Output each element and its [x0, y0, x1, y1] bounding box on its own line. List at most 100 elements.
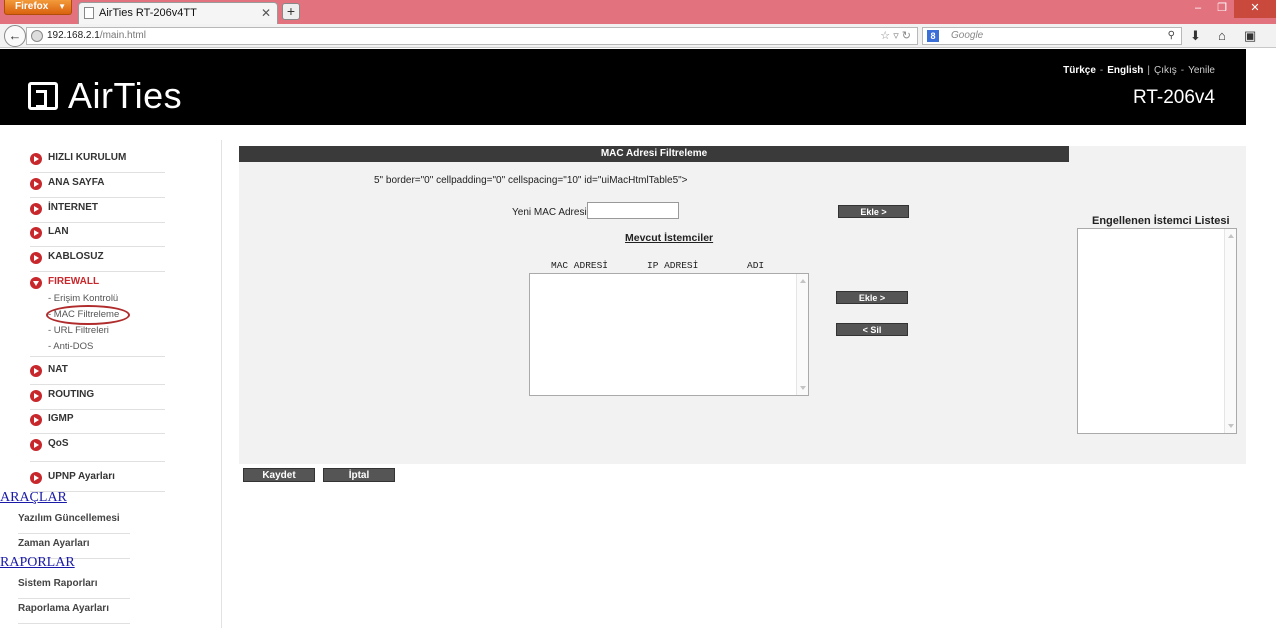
browser-nav-bar: ← 192.168.2.1/main.html ☆ ▿ ↻ 8 Google ⚲… — [0, 24, 1276, 48]
close-icon[interactable]: ✕ — [261, 3, 271, 23]
airties-logo-icon — [28, 82, 58, 110]
lang-english-link[interactable]: English — [1107, 65, 1143, 76]
firefox-menu-button[interactable]: Firefox ▼ — [4, 0, 72, 15]
sidebar-subitem-erisim-kontrolu[interactable]: - Erişim Kontrolü — [48, 293, 118, 304]
sidebar-item-sistem-raporlari[interactable]: Sistem Raporları — [18, 575, 130, 599]
sidebar-item-yazilim-guncellemesi[interactable]: Yazılım Güncellemesi — [18, 510, 130, 534]
tab-title: AirTies RT-206v4TT — [99, 7, 197, 19]
browser-tab[interactable]: AirTies RT-206v4TT ✕ — [78, 2, 278, 24]
page-title: MAC Adresi Filtreleme — [239, 146, 1069, 162]
back-arrow-icon[interactable]: ← — [4, 25, 26, 47]
highlight-circle — [46, 305, 130, 325]
current-clients-list[interactable] — [529, 273, 809, 396]
home-icon[interactable]: ⌂ — [1218, 28, 1226, 43]
sidebar-item-label: IGMP — [48, 413, 74, 424]
dropdown-arrow-icon[interactable]: ▿ — [893, 30, 899, 42]
sidebar-subitem-anti-dos[interactable]: - Anti-DOS — [48, 341, 93, 352]
language-bar: Türkçe - English | Çıkış - Yenile — [1063, 65, 1215, 76]
search-icon[interactable]: ⚲ — [1168, 28, 1175, 44]
save-button[interactable]: Kaydet — [243, 468, 315, 482]
blocked-clients-list[interactable] — [1077, 228, 1237, 434]
sidebar-item-label: NAT — [48, 364, 68, 375]
menu-icon[interactable]: ▣ — [1244, 28, 1256, 44]
add-mac-button[interactable]: Ekle > — [838, 205, 909, 218]
sidebar-item-label: UPNP Ayarları — [48, 471, 115, 482]
stray-markup-text: 5" border="0" cellpadding="0" cellspacin… — [374, 175, 688, 186]
reload-icon[interactable]: ↻ — [902, 30, 911, 42]
add-client-button[interactable]: Ekle > — [836, 291, 908, 304]
firefox-menu-label: Firefox — [15, 1, 49, 12]
browser-tab-bar: Firefox ▼ AirTies RT-206v4TT ✕ + – ❐ ✕ — [0, 0, 1276, 24]
sidebar-item-nat[interactable]: NAT — [30, 361, 165, 385]
google-icon: 8 — [927, 30, 939, 42]
scrollbar[interactable] — [1224, 229, 1236, 433]
section-link-araclar[interactable]: ARAÇLAR — [0, 490, 67, 506]
column-header-mac: MAC ADRESİ — [551, 260, 609, 271]
search-input[interactable]: 8 Google ⚲ — [922, 27, 1182, 45]
sidebar-item-igmp[interactable]: IGMP — [30, 410, 165, 434]
blocked-clients-title: Engellenen İstemci Listesi — [1092, 215, 1230, 227]
sidebar-item-internet[interactable]: İNTERNET — [30, 199, 165, 223]
arrow-down-bullet-icon — [30, 277, 42, 289]
router-header: AirTies Türkçe - English | Çıkış - Yenile RT-2… — [0, 49, 1246, 125]
sidebar-item-routing[interactable]: ROUTING — [30, 386, 165, 410]
new-mac-input[interactable] — [587, 202, 679, 219]
sidebar-item-lan[interactable]: LAN — [30, 223, 165, 247]
logo-text: AirTies — [68, 75, 183, 116]
cancel-button[interactable]: İptal — [323, 468, 395, 482]
arrow-bullet-icon — [30, 390, 42, 402]
current-clients-title: Mevcut İstemciler — [625, 232, 714, 244]
url-host: 192.168.2.1 — [47, 30, 100, 41]
section-link-raporlar[interactable]: RAPORLAR — [0, 555, 75, 571]
sidebar-item-label: LAN — [48, 226, 69, 237]
arrow-bullet-icon — [30, 153, 42, 165]
page-icon — [84, 7, 94, 19]
sidebar-item-label: İNTERNET — [48, 202, 98, 213]
bookmark-star-icon[interactable]: ☆ — [880, 30, 890, 42]
url-actions: ☆ ▿ ↻ — [880, 28, 911, 44]
address-bar[interactable]: 192.168.2.1/main.html ☆ ▿ ↻ — [26, 27, 918, 45]
arrow-bullet-icon — [30, 439, 42, 451]
sidebar-item-raporlama-ayarlari[interactable]: Raporlama Ayarları — [18, 600, 130, 624]
arrow-bullet-icon — [30, 365, 42, 377]
sidebar-item-qos[interactable]: QoS — [30, 435, 165, 462]
sidebar-item-label: ROUTING — [48, 389, 95, 400]
window-controls: – ❐ ✕ — [1186, 0, 1276, 18]
sidebar-item-label: ANA SAYFA — [48, 177, 105, 188]
model-name: RT-206v4 — [1132, 87, 1215, 108]
sidebar-item-upnp[interactable]: UPNP Ayarları — [30, 468, 165, 492]
lang-turkish-link[interactable]: Türkçe — [1063, 65, 1096, 76]
sidebar-subitem-url-filtreleri[interactable]: - URL Filtreleri — [48, 325, 109, 336]
column-header-name: ADI — [747, 260, 765, 271]
sidebar-item-label: KABLOSUZ — [48, 251, 104, 262]
arrow-bullet-icon — [30, 227, 42, 239]
refresh-link[interactable]: Yenile — [1188, 65, 1215, 76]
window-close-icon[interactable]: ✕ — [1234, 0, 1276, 18]
restore-icon[interactable]: ❐ — [1210, 0, 1234, 18]
minimize-icon[interactable]: – — [1186, 0, 1210, 18]
new-tab-button[interactable]: + — [282, 3, 300, 20]
arrow-bullet-icon — [30, 203, 42, 215]
sidebar-item-ana-sayfa[interactable]: ANA SAYFA — [30, 174, 165, 198]
header-curve — [200, 125, 260, 139]
airties-logo: AirTies — [28, 75, 182, 117]
arrow-bullet-icon — [30, 252, 42, 264]
download-icon[interactable]: ⬇ — [1190, 28, 1201, 44]
sidebar-item-kablosuz[interactable]: KABLOSUZ — [30, 248, 165, 272]
remove-client-button[interactable]: < Sil — [836, 323, 908, 336]
arrow-bullet-icon — [30, 178, 42, 190]
chevron-down-icon: ▼ — [58, 2, 66, 11]
exit-link[interactable]: Çıkış — [1154, 65, 1177, 76]
arrow-bullet-icon — [30, 414, 42, 426]
arrow-bullet-icon — [30, 472, 42, 484]
scrollbar[interactable] — [796, 274, 808, 395]
sidebar-item-label: HIZLI KURULUM — [48, 152, 127, 163]
divider — [30, 356, 165, 357]
sidebar-item-label: QoS — [48, 438, 69, 449]
sidebar-item-label: FIREWALL — [48, 276, 100, 287]
url-path: /main.html — [99, 30, 146, 41]
column-header-ip: IP ADRESİ — [647, 260, 699, 271]
globe-icon — [31, 30, 43, 42]
sidebar-item-hizli-kurulum[interactable]: HIZLI KURULUM — [30, 149, 165, 173]
search-placeholder: Google — [951, 30, 984, 41]
